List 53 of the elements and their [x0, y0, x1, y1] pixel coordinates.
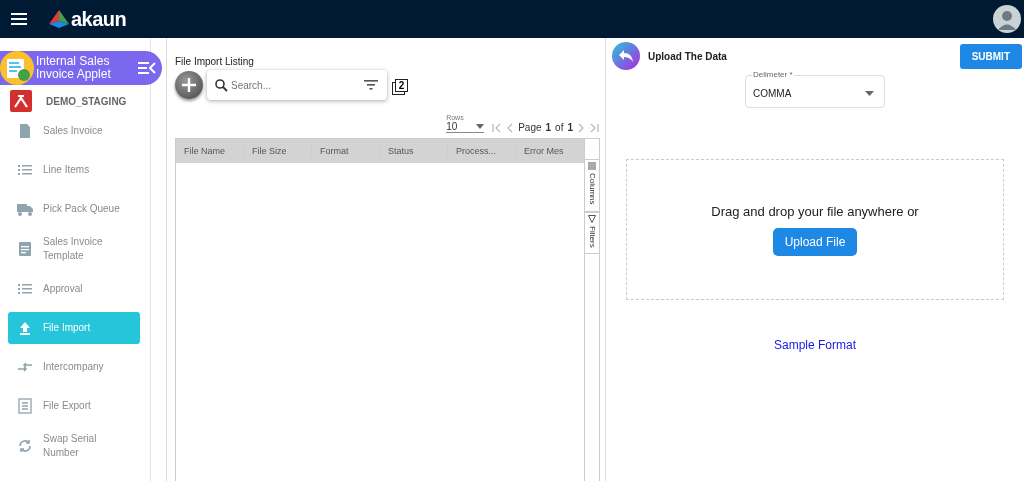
panel-title: Upload The Data	[648, 50, 727, 62]
plus-icon	[181, 77, 197, 93]
list-icon	[17, 281, 33, 297]
upload-file-button[interactable]: Upload File	[772, 227, 858, 256]
listing-title: File Import Listing	[175, 56, 255, 67]
brand-name: akaun	[71, 7, 127, 31]
side-panel-tab[interactable]: Filters	[585, 211, 599, 255]
upload-icon	[17, 320, 33, 336]
drop-instruction: Drag and drop your file anywhere or	[711, 203, 919, 219]
selection-count-badge[interactable]: 2	[395, 78, 408, 92]
column-header[interactable]: Status	[380, 146, 448, 156]
sidebar-item[interactable]: Swap Serial Number	[8, 429, 140, 463]
of-label: of	[555, 122, 564, 133]
side-panel-tab[interactable]: Columns	[585, 159, 599, 212]
back-button[interactable]	[612, 42, 640, 70]
truck-icon	[17, 201, 33, 217]
sidebar-item[interactable]: Sales Invoice Template	[8, 232, 140, 266]
page-number: 1	[545, 122, 552, 133]
collapse-menu-icon[interactable]	[138, 61, 156, 75]
document-icon	[17, 123, 33, 139]
filter-icon	[588, 214, 596, 223]
sidebar-item[interactable]: Intercompany	[8, 351, 140, 383]
page-label: Page	[518, 122, 542, 133]
menu-icon[interactable]	[11, 12, 27, 26]
caret-icon	[865, 91, 874, 96]
sidebar-item[interactable]: File Export	[8, 390, 140, 422]
list-icon	[17, 162, 33, 178]
rows-select[interactable]: 10	[446, 121, 485, 133]
column-header[interactable]: Error Mes	[516, 146, 568, 156]
applet-title: Internal Sales Invoice Applet	[35, 55, 112, 81]
avatar[interactable]	[993, 5, 1021, 33]
sync-icon	[17, 438, 33, 454]
table-icon	[17, 398, 33, 414]
document-icon	[17, 241, 33, 257]
sidebar-item[interactable]: Line Items	[8, 154, 140, 186]
column-header[interactable]: File Name	[176, 146, 244, 156]
sidebar-item[interactable]: Approval	[8, 273, 140, 305]
filter-icon[interactable]	[364, 80, 378, 90]
sidebar-item[interactable]: Sales Invoice	[8, 115, 140, 147]
add-button[interactable]	[175, 71, 203, 99]
logo-icon	[49, 10, 69, 28]
page-count: 1	[567, 122, 573, 133]
column-header[interactable]: Process...	[448, 146, 516, 156]
drop-zone[interactable]: Drag and drop your file anywhere or Upload File	[626, 159, 1004, 300]
company-name: DEMO_STAGING	[46, 95, 127, 107]
caret-icon	[476, 124, 485, 129]
column-header[interactable]: Format	[312, 146, 380, 156]
submit-button[interactable]: SUBMIT	[959, 43, 1022, 69]
search-icon	[215, 78, 228, 92]
sample-format-link[interactable]: Sample Format	[774, 338, 856, 352]
sidebar-item[interactable]: Pick Pack Queue	[8, 193, 140, 225]
column-header[interactable]: File Size	[244, 146, 312, 156]
company-logo-icon	[10, 90, 32, 112]
